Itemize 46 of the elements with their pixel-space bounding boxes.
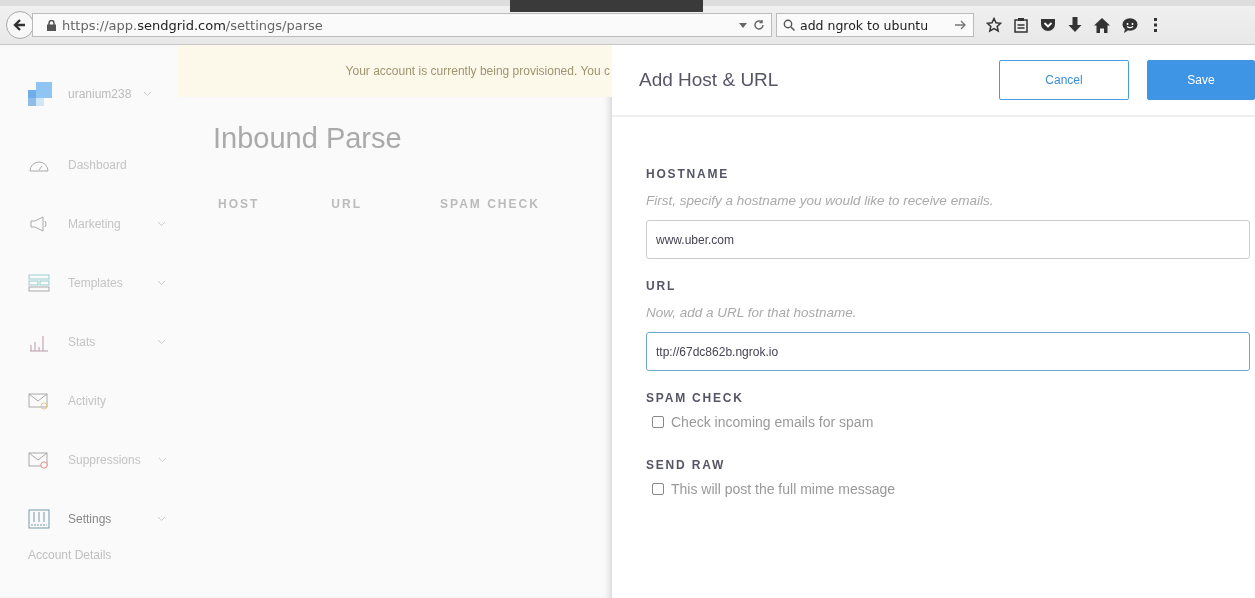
chat-icon[interactable] xyxy=(1122,17,1138,33)
address-bar[interactable]: https://app.sendgrid.com/settings/parse xyxy=(32,13,772,37)
reload-icon[interactable] xyxy=(753,19,765,31)
field-label: HOSTNAME xyxy=(646,167,731,181)
sidebar-subitem[interactable]: Account Details xyxy=(28,548,178,562)
back-button[interactable] xyxy=(6,11,34,39)
dropdown-icon[interactable] xyxy=(739,22,747,28)
drawer-title: Add Host & URL xyxy=(639,69,780,91)
logo-icon xyxy=(28,82,52,106)
field-hint: First, specify a hostname you would like to receive emails. xyxy=(646,193,995,208)
column-header: HOST xyxy=(218,197,260,211)
column-header: SPAM CHECK xyxy=(440,197,540,211)
input-field[interactable]: www.uber.com xyxy=(646,220,1250,259)
layout-icon xyxy=(28,272,50,293)
pocket-icon[interactable] xyxy=(1040,18,1056,32)
sidebar-item[interactable]: Settings xyxy=(28,489,178,548)
url-text: https://app.sendgrid.com/settings/parse xyxy=(62,17,323,33)
search-field[interactable]: add ngrok to ubuntu xyxy=(776,13,974,37)
back-arrow-icon xyxy=(13,18,27,32)
menu-icon[interactable] xyxy=(1154,18,1157,32)
input-field[interactable]: ttp://67dc862b.ngrok.io xyxy=(646,332,1250,371)
go-arrow-icon[interactable] xyxy=(955,20,967,30)
envelope-search-icon xyxy=(28,390,50,411)
notice-banner: Your account is currently being provisioned. You c xyxy=(178,45,612,97)
download-icon[interactable] xyxy=(1068,17,1082,33)
field-hint: Now, add a URL for that hostname. xyxy=(646,305,858,320)
checkbox-label[interactable]: Check incoming emails for spam xyxy=(671,414,874,430)
sliders-icon xyxy=(28,508,50,529)
cancel-button[interactable]: Cancel xyxy=(999,60,1129,100)
checkbox[interactable] xyxy=(652,416,664,428)
lock-icon xyxy=(47,19,56,31)
envelope-block-icon xyxy=(28,449,50,470)
home-icon[interactable] xyxy=(1094,17,1110,33)
checkbox-label[interactable]: This will post the full mime message xyxy=(671,481,896,497)
reading-list-icon[interactable] xyxy=(1014,17,1028,33)
checkbox[interactable] xyxy=(652,483,664,495)
page-title: Inbound Parse xyxy=(213,122,403,155)
star-icon[interactable] xyxy=(986,17,1002,33)
save-button[interactable]: Save xyxy=(1147,60,1255,100)
column-header: URL xyxy=(331,197,362,211)
search-icon xyxy=(783,19,795,31)
megaphone-icon xyxy=(28,213,50,234)
field-label: SPAM CHECK xyxy=(646,391,745,405)
search-text: add ngrok to ubuntu xyxy=(800,17,929,33)
field-label: URL xyxy=(646,279,678,293)
field-label: SEND RAW xyxy=(646,458,727,472)
